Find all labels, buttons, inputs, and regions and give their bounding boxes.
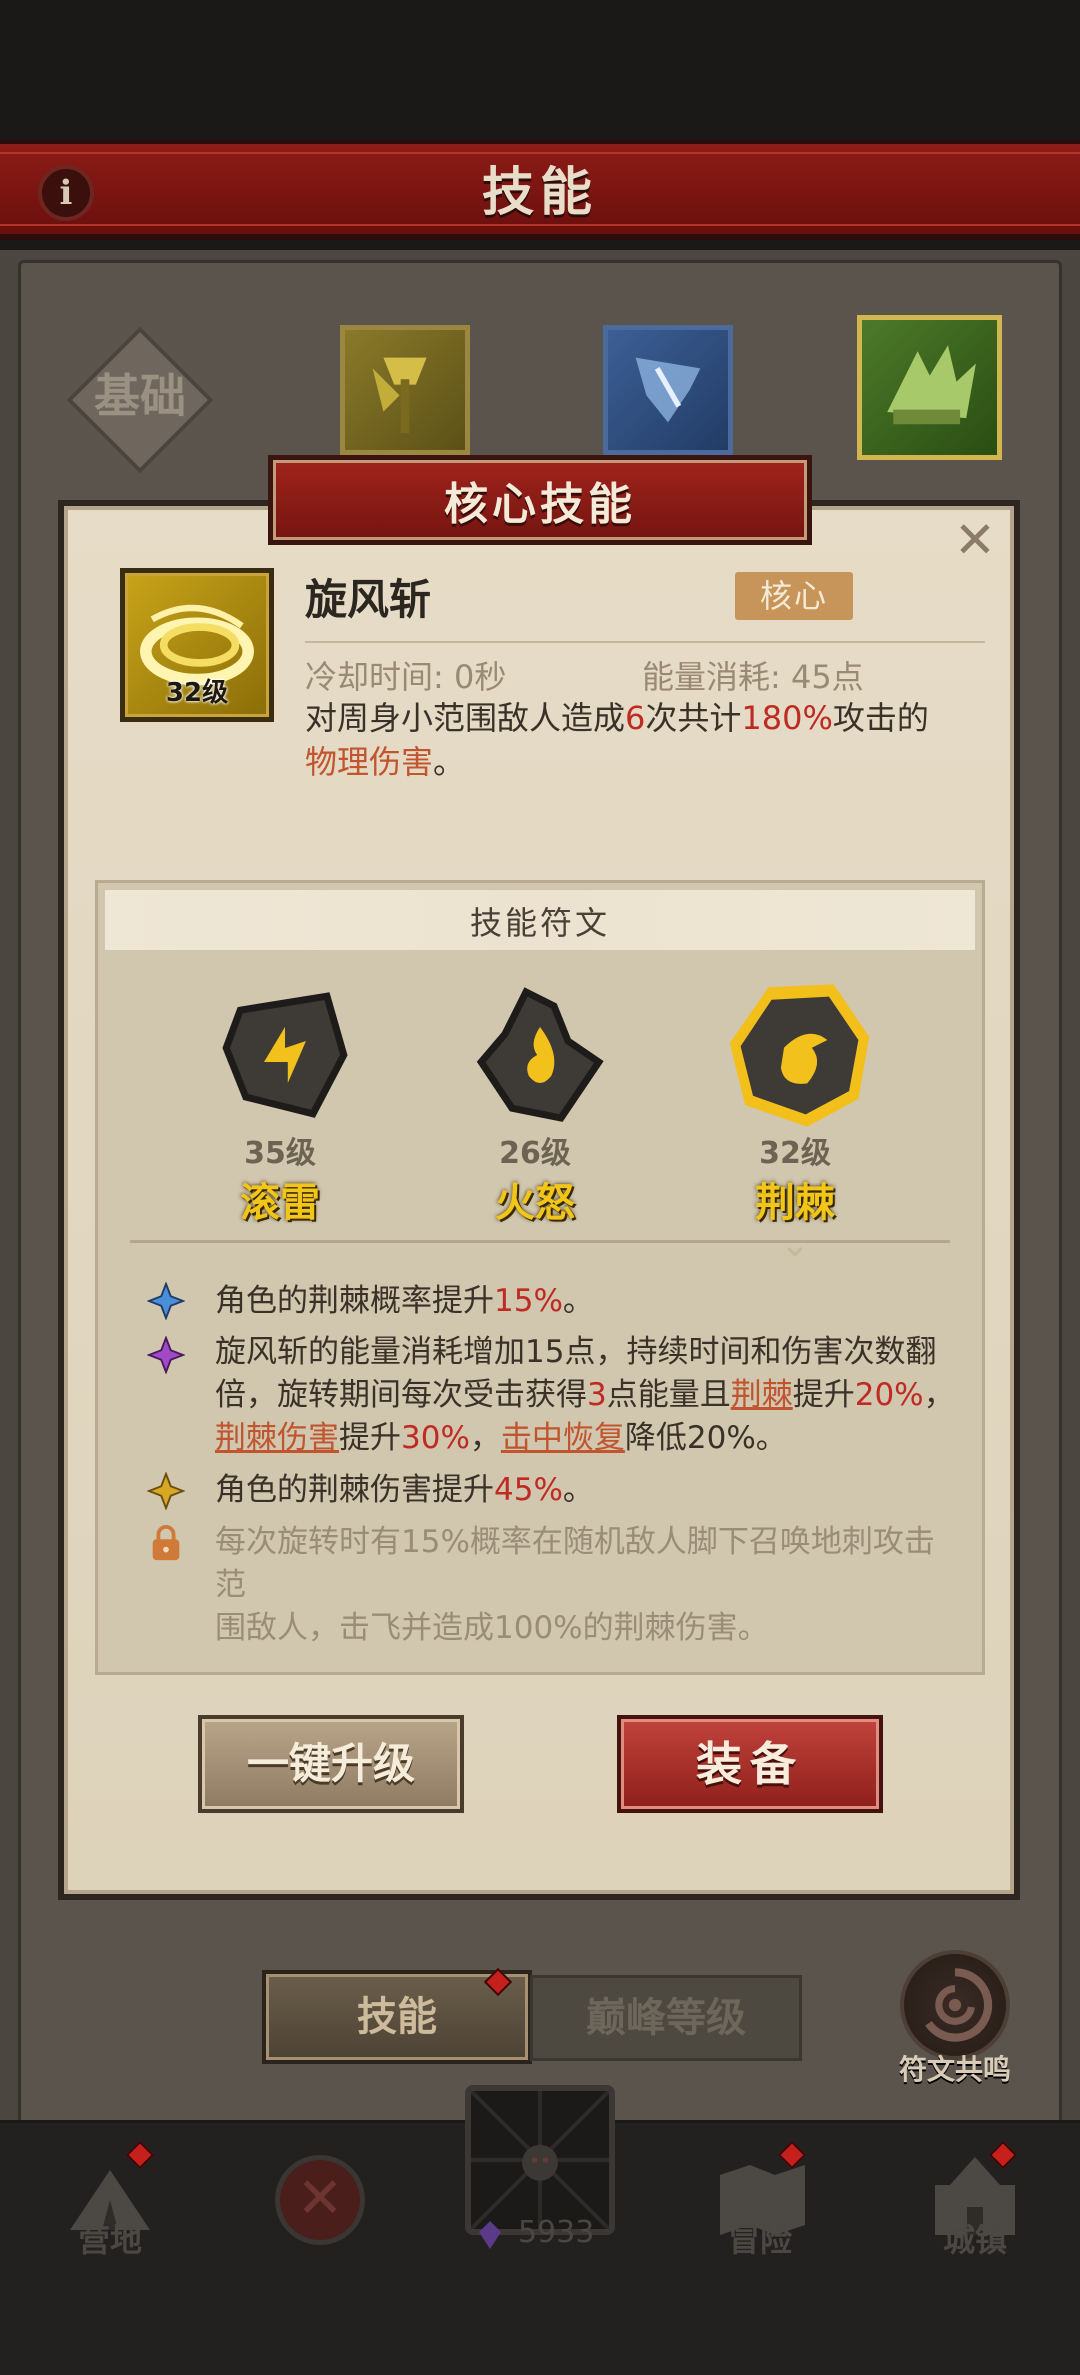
skill-name: 旋风斩 <box>305 575 432 624</box>
info-icon[interactable]: i <box>38 165 94 221</box>
energy-cost-text: 能量消耗: 45点 <box>642 658 864 696</box>
rune-level: 35级 <box>244 1136 316 1171</box>
thorns-damage-link[interactable]: 荆棘伤害 <box>215 1420 339 1456</box>
hit-recovery-link[interactable]: 击中恢复 <box>501 1420 625 1456</box>
gold-star-icon <box>147 1472 185 1510</box>
lock-icon <box>152 1525 180 1561</box>
fire-rune-icon[interactable] <box>470 985 610 1125</box>
one-click-upgrade-button[interactable]: 一键升级 <box>198 1715 464 1813</box>
modal-title: 核心技能 <box>444 479 636 530</box>
cooldown-text: 冷却时间: 0秒 <box>305 658 507 696</box>
divider <box>305 641 985 643</box>
nature-skill-icon[interactable] <box>857 315 1002 460</box>
nav-adventure-label: 冒险 <box>727 2221 792 2259</box>
thorns-link[interactable]: 荆棘 <box>731 1377 793 1413</box>
rune-name: 滚雷 <box>240 1180 320 1226</box>
chevron-down-icon: ⌄ <box>779 1224 811 1265</box>
rune-effect-text: 角色的荆棘概率提升15%。 <box>215 1283 594 1319</box>
core-badge: 核心 <box>735 572 853 620</box>
rune-resonance-icon[interactable] <box>900 1950 1010 2060</box>
category-basic-label: 基础 <box>94 369 186 423</box>
close-icon[interactable]: ✕ <box>950 515 1000 565</box>
nav-camp-label: 营地 <box>77 2221 142 2259</box>
purple-star-icon <box>147 1336 185 1374</box>
rune-name: 火怒 <box>495 1180 575 1226</box>
equip-button[interactable]: 装备 <box>617 1715 883 1813</box>
rune-panel-title: 技能符文 <box>469 904 610 942</box>
rune-resonance-label: 符文共鸣 <box>898 2053 1011 2086</box>
gem-count: 5933 <box>518 2215 595 2250</box>
tab-peak-level[interactable]: 巅峰等级 <box>530 1975 802 2061</box>
skill-level: 32级 <box>165 678 229 708</box>
rune-name: 荆棘 <box>755 1180 835 1226</box>
axe-skill-icon[interactable] <box>340 325 470 455</box>
divider <box>130 1240 950 1243</box>
ice-skill-icon[interactable] <box>603 325 733 455</box>
thunder-rune-icon[interactable] <box>215 985 355 1125</box>
cancel-icon[interactable]: ✕ <box>275 2155 365 2245</box>
thorns-rune-icon[interactable] <box>722 978 877 1133</box>
rune-effect-text: 旋风斩的能量消耗增加15点，持续时间和伤害次数翻 倍，旋转期间每次受击获得3点能量… <box>215 1334 955 1456</box>
rune-effect-text: 角色的荆棘伤害提升45%。 <box>215 1472 594 1508</box>
spider-icon <box>469 2089 611 2231</box>
gem-icon <box>479 2221 501 2249</box>
nav-town-label: 城镇 <box>942 2221 1007 2259</box>
page-title: 技能 <box>481 163 598 223</box>
nav-center-button[interactable] <box>465 2085 615 2235</box>
blue-star-icon <box>147 1282 185 1320</box>
skill-description: 对周身小范围敌人造成6次共计180%攻击的 物理伤害。 <box>305 699 929 781</box>
rune-effect-text-locked: 每次旋转时有15%概率在随机敌人脚下召唤地刺攻击范 围敌人，击飞并造成100%的荆… <box>215 1524 935 1646</box>
skill-screen: 技能 i 基础 核心技能 ✕ 32级 旋风斩 核心 冷却时间: 0秒 能量消耗:… <box>0 0 1080 2375</box>
rune-level: 26级 <box>499 1136 571 1171</box>
rune-level: 32级 <box>759 1136 831 1171</box>
